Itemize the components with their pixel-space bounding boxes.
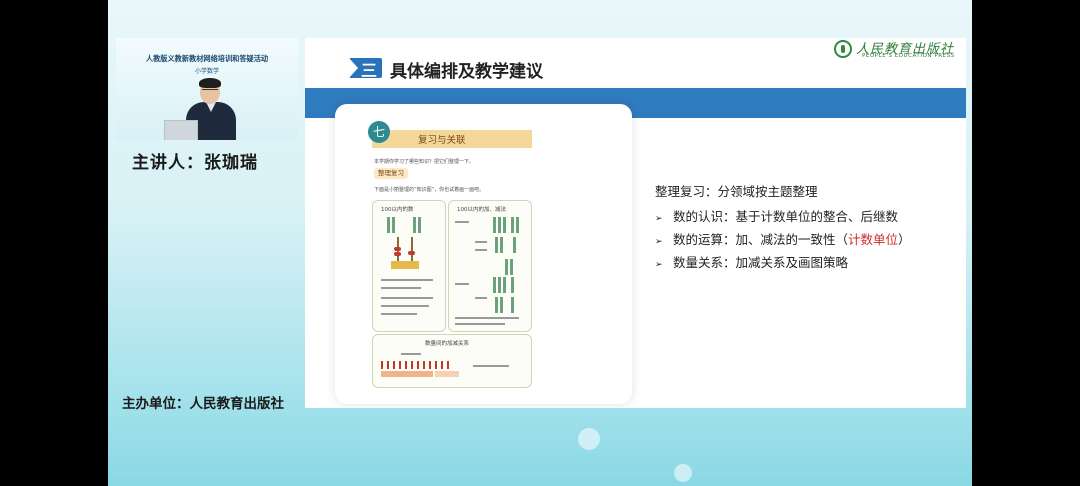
arrow-bullet-icon: ➢ (655, 237, 663, 247)
pep-logo-icon (834, 40, 852, 58)
slide: 三 具体编排及教学建议 人民教育出版社 PEOPLE'S EDUCATION P… (305, 38, 966, 408)
presenter-name: 主讲人：张珈瑞 (132, 153, 258, 173)
banner-subtitle: 小学数学 (194, 68, 219, 75)
review-tag: 整理复习 (374, 168, 408, 179)
key-points-heading: 整理复习：分领域按主题整理 (655, 184, 818, 199)
list-item: ➢ 数的认识：基于计数单位的整合、后继数 (655, 206, 898, 225)
list-item-text: 数量关系：加减关系及画图策略 (673, 255, 849, 270)
page-instruction: 下面是小丽整理的“知识图”，你也试着画一画吧。 (374, 187, 485, 193)
page-intro: 本学期你学习了哪些知识？把它们整理一下。 (374, 159, 475, 165)
box-title: 100以内的加、减法 (457, 207, 506, 213)
list-item-text: 数的认识：基于计数单位的整合、后继数 (673, 209, 899, 224)
highlight-text: 计数单位 (848, 232, 899, 247)
meeting-frame: 人教版义教新教材网络培训和答疑活动 小学数学 主讲人：张珈瑞 主办单位：人民教育… (108, 0, 972, 486)
arrow-bullet-icon: ➢ (655, 260, 663, 270)
box-title: 数量间的加减关系 (425, 341, 470, 347)
banner-title: 人教版义教新教材网络培训和答疑活动 (145, 54, 269, 63)
laptop-icon (164, 120, 198, 140)
presenter-video: 人教版义教新教材网络培训和答疑活动 小学数学 (116, 38, 298, 140)
list-item-text: 数的运算：加、减法的一致性（ (673, 232, 849, 247)
slide-title: 具体编排及教学建议 (390, 62, 543, 82)
knowledge-box-relations: 数量间的加减关系 (372, 334, 532, 388)
section-number-icon: 三 (349, 58, 382, 80)
chapter-number: 七 (368, 121, 390, 143)
box-title: 100以内的数 (381, 207, 414, 213)
chapter-title: 复习与关联 (418, 135, 466, 146)
publisher-logo: 人民教育出版社 PEOPLE'S EDUCATION PRESS (834, 38, 964, 64)
textbook-page: 七 复习与关联 本学期你学习了哪些知识？把它们整理一下。 整理复习 下面是小丽整… (360, 118, 544, 396)
knowledge-box-numbers: 100以内的数 (372, 200, 446, 332)
list-item: ➢ 数的运算：加、减法的一致性（计数单位） (655, 229, 911, 248)
list-item: ➢ 数量关系：加减关系及画图策略 (655, 252, 848, 271)
decor-bubble (578, 428, 600, 450)
list-item-tail: ） (898, 232, 911, 247)
section-number: 三 (361, 61, 378, 80)
arrow-bullet-icon: ➢ (655, 214, 663, 224)
logo-english: PEOPLE'S EDUCATION PRESS (862, 53, 955, 59)
organizer-label: 主办单位：人民教育出版社 (122, 396, 284, 412)
decor-bubble (674, 464, 692, 482)
knowledge-box-operations: 100以内的加、减法 (448, 200, 532, 332)
